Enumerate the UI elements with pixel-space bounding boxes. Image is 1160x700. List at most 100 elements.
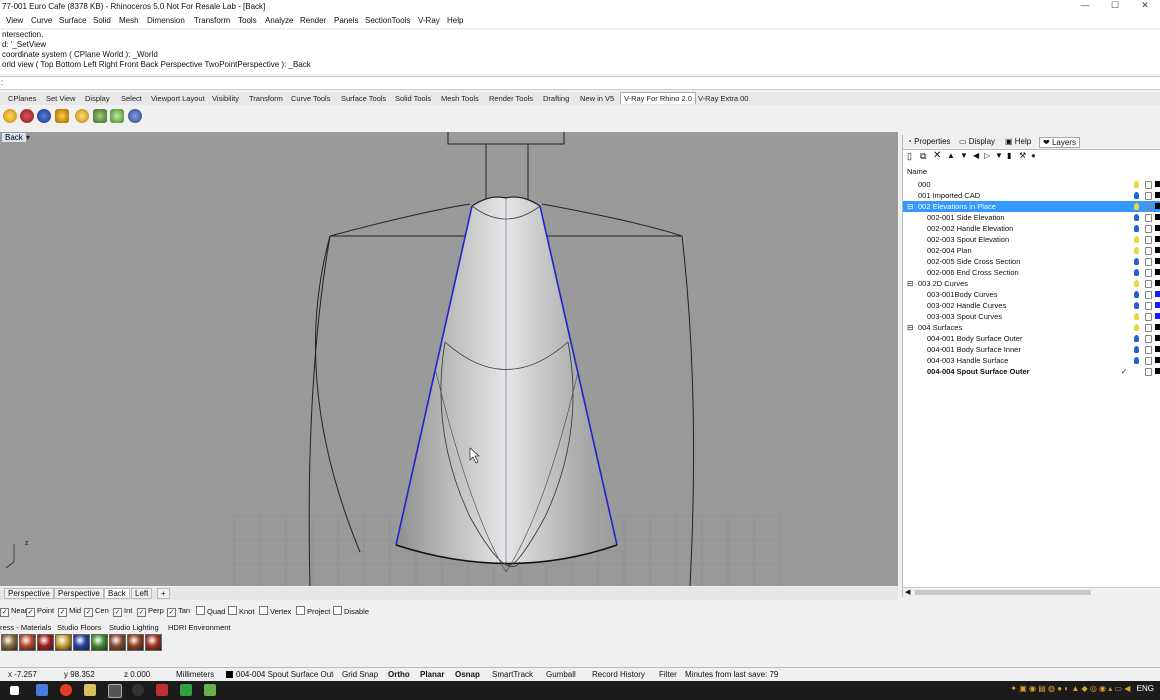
layer-row[interactable]: 002-006 End Cross Section xyxy=(903,267,1160,278)
light-icon[interactable] xyxy=(75,109,89,123)
osnap-disable[interactable]: Disable xyxy=(333,606,369,616)
checkbox[interactable]: ✓ xyxy=(58,608,67,617)
move-down-icon[interactable]: ▼ xyxy=(960,151,968,160)
material-swatch[interactable] xyxy=(109,634,126,651)
maximize-icon[interactable]: ☐ xyxy=(1100,0,1130,14)
start-icon[interactable] xyxy=(10,686,19,695)
planar-toggle[interactable]: Planar xyxy=(420,670,444,679)
smarttrack-toggle[interactable]: SmartTrack xyxy=(492,670,533,679)
osnap-project[interactable]: Project xyxy=(296,606,330,616)
scrollbar-thumb[interactable] xyxy=(915,590,1091,595)
layer-row[interactable]: 002-003 Spout Elevation xyxy=(903,234,1160,245)
lightbulb-icon[interactable] xyxy=(1134,335,1139,342)
lock-icon[interactable] xyxy=(1145,291,1152,299)
osnap-near[interactable]: ✓ Near xyxy=(0,606,27,617)
material-swatch[interactable] xyxy=(37,634,54,651)
explorer-icon[interactable] xyxy=(36,684,48,696)
folder-icon[interactable] xyxy=(84,684,96,696)
panel-scrollbar[interactable]: ◀ xyxy=(903,587,1160,598)
layer-row[interactable]: 004-001 Body Surface Inner xyxy=(903,344,1160,355)
gumball-toggle[interactable]: Gumball xyxy=(546,670,576,679)
minimize-icon[interactable]: — xyxy=(1070,0,1100,14)
grid-snap-toggle[interactable]: Grid Snap xyxy=(342,670,378,679)
delete-layer-icon[interactable]: ✕ xyxy=(933,150,941,161)
layer-color-swatch[interactable] xyxy=(1155,368,1160,374)
osnap-cen[interactable]: ✓ Cen xyxy=(84,606,109,617)
layer-row[interactable]: 003-001Body Curves xyxy=(903,289,1160,300)
material-swatch[interactable] xyxy=(1,634,18,651)
command-input[interactable]: : xyxy=(0,76,1160,90)
osnap-vertex[interactable]: Vertex xyxy=(259,606,291,616)
layer-row[interactable]: 003-003 Spout Curves xyxy=(903,311,1160,322)
tab-set-view[interactable]: Set View xyxy=(46,94,75,103)
lightbulb-icon[interactable] xyxy=(1134,291,1139,298)
menu-dimension[interactable]: Dimension xyxy=(147,16,185,25)
menu-solid[interactable]: Solid xyxy=(93,16,111,25)
record-history-toggle[interactable]: Record History xyxy=(592,670,645,679)
menu-curve[interactable]: Curve xyxy=(31,16,52,25)
tab-select[interactable]: Select xyxy=(121,94,142,103)
layer-color-swatch[interactable] xyxy=(1155,335,1160,341)
material-swatch[interactable] xyxy=(145,634,162,651)
lock-icon[interactable] xyxy=(1145,192,1152,200)
checkbox[interactable] xyxy=(296,606,305,615)
osnap-mid[interactable]: ✓ Mid xyxy=(58,606,81,617)
lightbulb-icon[interactable] xyxy=(1134,225,1139,232)
vray-options-icon[interactable] xyxy=(3,109,17,123)
menu-render[interactable]: Render xyxy=(300,16,326,25)
layer-color-swatch[interactable] xyxy=(1155,269,1160,275)
osnap-point[interactable]: ✓ Point xyxy=(26,606,54,617)
tools-icon[interactable]: ⚒ xyxy=(1019,151,1026,160)
app-icon[interactable] xyxy=(156,684,168,696)
add-viewport-button[interactable]: + xyxy=(157,588,170,599)
layer-row[interactable]: 002-002 Handle Elevation xyxy=(903,223,1160,234)
layer-color-swatch[interactable] xyxy=(1155,236,1160,242)
tab-vray-extra[interactable]: V-Ray Extra 00 xyxy=(698,94,748,103)
tab-new-in-v5[interactable]: New in V5 xyxy=(580,94,614,103)
menu-transform[interactable]: Transform xyxy=(194,16,230,25)
tab-mesh-tools[interactable]: Mesh Tools xyxy=(441,94,479,103)
material-swatch[interactable] xyxy=(91,634,108,651)
menu-analyze[interactable]: Analyze xyxy=(265,16,293,25)
material-swatch[interactable] xyxy=(73,634,90,651)
checkbox[interactable]: ✓ xyxy=(26,608,35,617)
layer-row[interactable]: 000 xyxy=(903,179,1160,190)
sphere-light-icon[interactable] xyxy=(93,109,107,123)
lightbulb-icon[interactable] xyxy=(1134,247,1139,254)
menu-panels[interactable]: Panels xyxy=(334,16,358,25)
menu-mesh[interactable]: Mesh xyxy=(119,16,139,25)
layer-color-swatch[interactable] xyxy=(1155,181,1160,187)
lock-icon[interactable] xyxy=(1145,324,1152,332)
tab-layers[interactable]: ❤ Layers xyxy=(1039,137,1080,148)
tab-viewport-left[interactable]: Left xyxy=(131,588,153,599)
checkbox[interactable]: ✓ xyxy=(84,608,93,617)
checkbox[interactable] xyxy=(196,606,205,615)
lock-icon[interactable] xyxy=(1145,203,1152,211)
osnap-toggle[interactable]: Osnap xyxy=(455,670,480,679)
sun-icon[interactable] xyxy=(110,109,124,123)
menu-help[interactable]: Help xyxy=(447,16,463,25)
checkbox[interactable]: ✓ xyxy=(137,608,146,617)
layer-color-swatch[interactable] xyxy=(1155,247,1160,253)
lightbulb-icon[interactable] xyxy=(1134,214,1139,221)
osnap-int[interactable]: ✓ Int xyxy=(113,606,132,617)
layer-color-swatch[interactable] xyxy=(1155,192,1160,198)
layer-color-swatch[interactable] xyxy=(1155,313,1160,319)
tray-icon[interactable]: ✦ ▣ ◉ ▤ ◍ ● ◐ ▲ ◆ ◎ ◉ ▴ ▭ ◀ xyxy=(1010,684,1130,693)
tab-viewport-perspective-2[interactable]: Perspective xyxy=(54,588,104,599)
layer-color-swatch[interactable] xyxy=(1155,302,1160,308)
lightbulb-icon[interactable] xyxy=(1134,346,1139,353)
menu-sectiontools[interactable]: SectionTools xyxy=(365,16,410,25)
viewport-menu-chevron-icon[interactable]: ▾ xyxy=(26,133,30,142)
lock-icon[interactable] xyxy=(1145,335,1152,343)
lock-icon[interactable] xyxy=(1145,302,1152,310)
lock-icon[interactable] xyxy=(1145,346,1152,354)
layer-color-swatch[interactable] xyxy=(1155,280,1160,286)
help-icon[interactable]: ● xyxy=(1031,151,1036,160)
menu-tools[interactable]: Tools xyxy=(238,16,257,25)
material-swatch[interactable] xyxy=(55,634,72,651)
layer-row[interactable]: 004-001 Body Surface Outer xyxy=(903,333,1160,344)
tab-visibility[interactable]: Visibility xyxy=(212,94,239,103)
tab-studio-floors[interactable]: Studio Floors xyxy=(57,623,101,632)
checkbox[interactable]: ✓ xyxy=(167,608,176,617)
